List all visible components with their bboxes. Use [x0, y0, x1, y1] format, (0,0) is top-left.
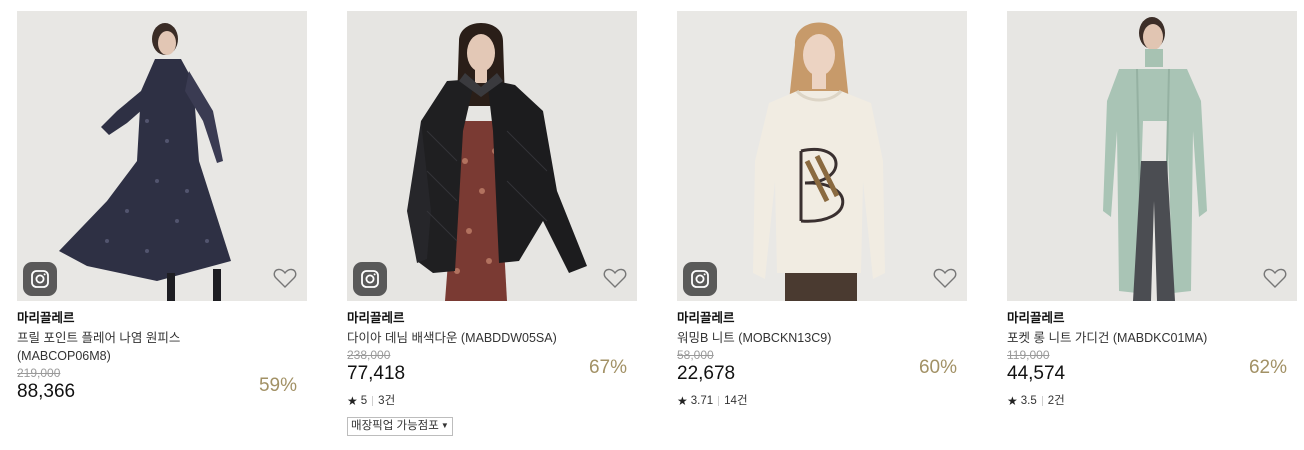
price-row: 119,000 44,574 62% [1007, 348, 1297, 388]
divider [718, 396, 720, 406]
star-icon: ★ [347, 394, 358, 408]
product-card[interactable]: 마리끌레르 워밍B 니트 (MOBCKN13C9) 58,000 22,678 … [677, 11, 967, 408]
price-row: 58,000 22,678 60% [677, 348, 967, 388]
model-photo [1103, 17, 1207, 301]
heart-icon[interactable] [603, 267, 627, 289]
price-row: 238,000 77,418 67% [347, 348, 637, 388]
discount-rate: 62% [1248, 357, 1287, 378]
pickup-label: 매장픽업 가능점포 [351, 420, 439, 432]
instagram-badge[interactable] [353, 262, 387, 296]
review-summary[interactable]: ★ 3.71 14건 [677, 394, 967, 408]
model-photo [59, 23, 231, 301]
instagram-icon [691, 270, 709, 288]
product-card[interactable]: 마리끌레르 포켓 롱 니트 가디건 (MABDKC01MA) 119,000 4… [1007, 11, 1297, 408]
product-image[interactable] [677, 11, 967, 301]
product-brand[interactable]: 마리끌레르 [17, 310, 307, 326]
rating-value: 3.71 [690, 395, 714, 407]
discount-rate: 60% [918, 357, 957, 378]
store-pickup-dropdown[interactable]: 매장픽업 가능점포 ▼ [347, 417, 453, 436]
divider [372, 396, 374, 406]
instagram-badge[interactable] [23, 262, 57, 296]
discount-rate: 67% [588, 357, 627, 378]
product-brand[interactable]: 마리끌레르 [1007, 310, 1297, 326]
divider [1041, 396, 1043, 406]
product-name[interactable]: 다이아 데님 배색다운 (MABDDW05SA) [347, 329, 597, 347]
product-name[interactable]: 워밍B 니트 (MOBCKN13C9) [677, 329, 927, 347]
review-count: 2건 [1047, 395, 1065, 407]
instagram-badge[interactable] [683, 262, 717, 296]
star-icon: ★ [677, 394, 688, 408]
heart-icon[interactable] [933, 267, 957, 289]
discount-rate: 59% [258, 375, 297, 396]
product-image[interactable] [17, 11, 307, 301]
instagram-icon [31, 270, 49, 288]
product-name[interactable]: 프릴 포인트 플레어 나염 원피스 (MABCOP06M8) [17, 329, 267, 365]
rating-value: 3.5 [1020, 395, 1037, 407]
product-name[interactable]: 포켓 롱 니트 가디건 (MABDKC01MA) [1007, 329, 1257, 347]
model-photo [407, 23, 587, 301]
product-image[interactable] [1007, 11, 1297, 301]
review-count: 3건 [378, 395, 396, 407]
heart-icon[interactable] [1263, 267, 1287, 289]
caret-down-icon: ▼ [440, 421, 449, 430]
review-summary[interactable]: ★ 3.5 2건 [1007, 394, 1297, 408]
review-count: 14건 [724, 395, 748, 407]
product-brand[interactable]: 마리끌레르 [347, 310, 637, 326]
price-row: 219,000 88,366 59% [17, 366, 307, 406]
product-card[interactable]: 마리끌레르 다이아 데님 배색다운 (MABDDW05SA) 238,000 7… [347, 11, 637, 436]
instagram-icon [361, 270, 379, 288]
star-icon: ★ [1007, 394, 1018, 408]
product-image[interactable] [347, 11, 637, 301]
product-card[interactable]: 마리끌레르 프릴 포인트 플레어 나염 원피스 (MABCOP06M8) 219… [17, 11, 307, 406]
heart-icon[interactable] [273, 267, 297, 289]
model-photo [753, 22, 885, 301]
rating-value: 5 [360, 395, 368, 407]
review-summary[interactable]: ★ 5 3건 [347, 394, 637, 408]
product-brand[interactable]: 마리끌레르 [677, 310, 967, 326]
